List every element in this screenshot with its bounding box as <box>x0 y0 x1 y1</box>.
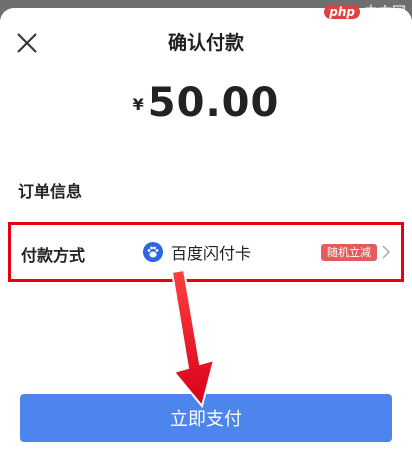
watermark-php: php <box>324 5 360 19</box>
watermark-site: 中文网 <box>364 5 406 21</box>
currency-symbol: ¥ <box>132 95 144 114</box>
order-info-label[interactable]: 订单信息 <box>18 178 82 202</box>
payment-method-label: 付款方式 <box>21 246 86 265</box>
payment-method-name: 百度闪付卡 <box>171 244 252 263</box>
chevron-right-icon <box>382 245 391 259</box>
payment-method-selection: 百度闪付卡 <box>143 240 251 264</box>
site-watermark: php 中文网 <box>324 2 406 22</box>
amount-value: 50.00 <box>147 80 280 126</box>
payment-method-row[interactable]: 付款方式 百度闪付卡 随机立减 <box>8 222 404 282</box>
payment-sheet: 确认付款 ¥50.00 订单信息 付款方式 百度闪付卡 随机立减 立即支付 <box>0 8 412 452</box>
baidu-paw-icon <box>143 242 163 262</box>
discount-badge: 随机立减 <box>321 244 377 261</box>
annotation-arrow-icon <box>170 268 216 408</box>
payment-amount: ¥50.00 <box>0 80 412 126</box>
page-title: 确认付款 <box>167 32 244 54</box>
pay-now-button[interactable]: 立即支付 <box>20 394 392 442</box>
